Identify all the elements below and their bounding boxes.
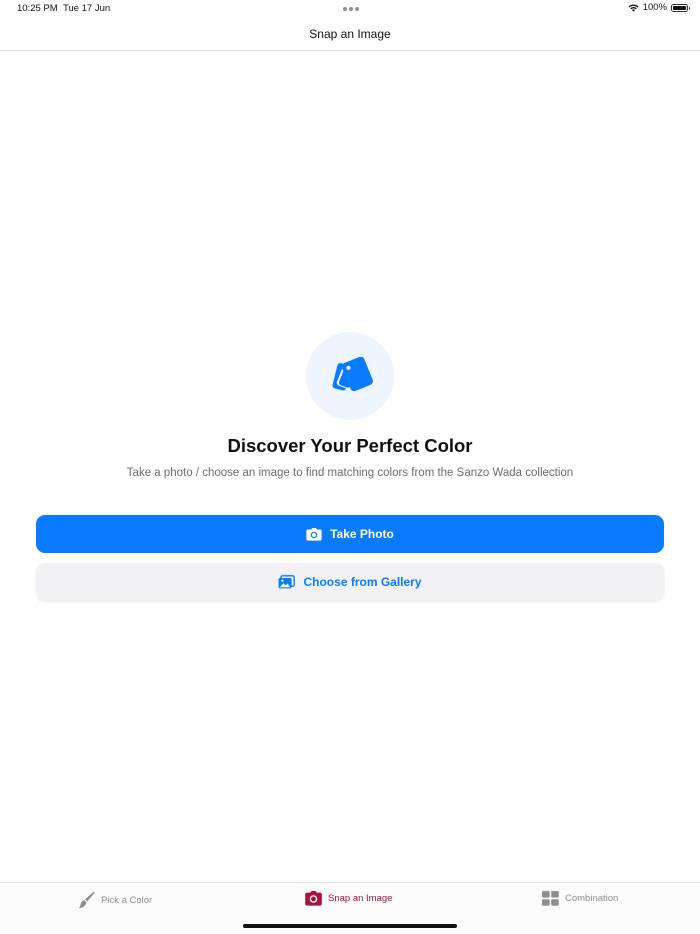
choose-from-gallery-label: Choose from Gallery [303, 575, 422, 589]
take-photo-label: Take Photo [330, 527, 394, 541]
home-indicator[interactable] [243, 924, 457, 928]
choose-from-gallery-button[interactable]: Choose from Gallery [36, 563, 664, 601]
page-title: Snap an Image [309, 27, 391, 41]
camera-icon [305, 891, 322, 906]
hero-subtitle: Take a photo / choose an image to find m… [126, 467, 574, 479]
tab-combination[interactable]: Combination [542, 891, 618, 906]
tab-combination-label: Combination [565, 893, 619, 904]
status-date: Tue 17 Jun [62, 3, 111, 14]
tab-snap-an-image[interactable]: Snap an Image [305, 891, 392, 906]
tab-pick-a-color-label: Pick a Color [101, 894, 153, 906]
status-bar: 10:25 PM Tue 17 Jun 100% [0, 0, 700, 18]
status-time: 10:25 PM Tue 17 Jun [17, 3, 110, 14]
paintbrush-icon [78, 891, 95, 909]
status-clock: 10:25 PM [17, 3, 58, 14]
photos-icon [279, 575, 296, 589]
camera-icon [306, 527, 322, 541]
hero-icon-badge [306, 332, 394, 420]
take-photo-button[interactable]: Take Photo [36, 515, 664, 553]
hero-title: Discover Your Perfect Color [227, 435, 473, 456]
navigation-bar: Snap an Image [0, 18, 700, 51]
status-indicators: 100% [628, 2, 690, 13]
tab-pick-a-color[interactable]: Pick a Color [78, 891, 152, 909]
battery-icon [671, 3, 690, 12]
grid-icon [542, 891, 559, 906]
tab-snap-an-image-label: Snap an Image [328, 893, 393, 904]
battery-percent: 100% [642, 2, 667, 13]
wifi-icon [628, 3, 639, 12]
multitasking-dots-icon[interactable] [343, 7, 359, 11]
color-swatch-cards-icon [332, 356, 373, 392]
